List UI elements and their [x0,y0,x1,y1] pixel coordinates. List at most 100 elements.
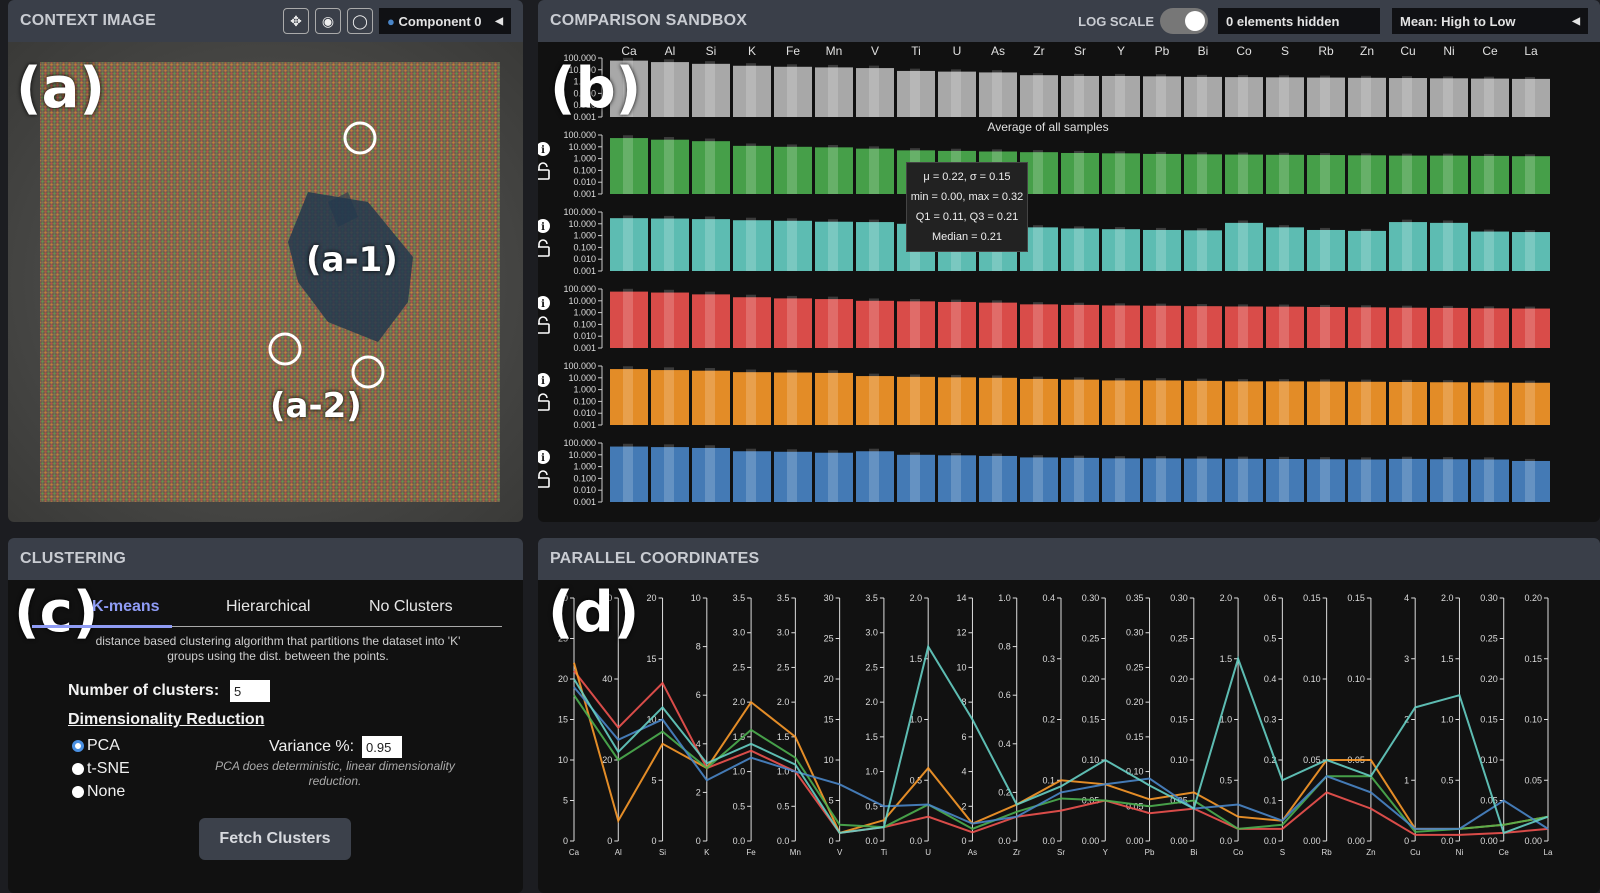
bar-inner [746,63,756,117]
sandbox-header: COMPARISON SANDBOX LOG SCALE 0 elements … [538,0,1600,42]
pc-tick-label: 0.30 [1126,628,1144,638]
pc-tick-label: 0.0 [865,836,878,846]
pc-tick-label: 2.5 [733,662,746,672]
element-column-label: V [871,44,879,58]
tab-no-clusters[interactable]: No Clusters [369,598,453,616]
lock-icon[interactable] [538,169,550,180]
bar-inner [1197,74,1207,117]
variance-input[interactable] [362,736,402,758]
radio-pca[interactable]: PCA [72,737,120,755]
element-column-label: Sr [1074,44,1086,58]
lock-icon[interactable] [538,400,550,411]
pc-tick-label: 0.15 [1303,593,1321,603]
bar-inner [1320,153,1330,194]
pc-tick-label: 0.5 [1264,634,1277,644]
bar-inner [951,69,961,117]
bar-inner [1320,75,1330,117]
component-select[interactable]: ● Component 0 ◀ [379,8,511,34]
y-tick-label: 10.000 [568,142,596,152]
num-clusters-input[interactable] [230,680,270,702]
y-tick-label: 1.000 [573,308,596,318]
bar-inner [1525,154,1535,194]
pc-tick-label: 15 [558,715,568,725]
region-label-a2: (a-2) [270,386,362,426]
sort-select[interactable]: Mean: High to Low ◀ [1392,8,1588,34]
y-tick-label: 1.000 [573,231,596,241]
radio-dot-selected [72,740,84,752]
bar-inner [1279,225,1289,271]
lasso-move-icon[interactable]: ✥ [283,8,309,34]
pc-tick-label: 2 [696,787,701,797]
fetch-clusters-button[interactable]: Fetch Clusters [199,818,351,860]
pc-tick-label: 3.0 [777,628,790,638]
chevron-left-icon: ◀ [495,15,503,27]
pc-tick-label: 2.0 [733,697,746,707]
lock-icon[interactable] [538,246,550,257]
pc-tick-label: 0.4 [1264,674,1277,684]
bar-inner [1115,378,1125,425]
pc-tick-label: 10 [558,755,568,765]
pc-tick-label: 0.10 [1303,674,1321,684]
bar-inner [623,135,633,194]
bar-inner [746,294,756,348]
context-image-header: CONTEXT IMAGE ✥ ◉ ◯ ● Component 0 ◀ [8,0,523,42]
tooltip-line: Q1 = 0.11, Q3 = 0.21 [915,211,1019,223]
bar-inner [1156,74,1166,117]
hidden-elements-indicator[interactable]: 0 elements hidden [1218,8,1380,34]
element-column-label: S [1281,44,1289,58]
tab-hierarchical[interactable]: Hierarchical [226,598,310,616]
element-column-label: Mn [826,44,843,58]
bar-inner [1279,152,1289,194]
pc-tick-label: 1.0 [1441,715,1454,725]
pc-tick-label: 1.5 [865,732,878,742]
bar-inner [1402,456,1412,502]
bar-inner [1115,227,1125,271]
pc-tick-label: 0.5 [733,801,746,811]
pc-axis-label: La [1544,848,1553,857]
pc-tick-label: 0 [829,836,834,846]
bar-inner [1443,305,1453,348]
parallel-coordinates-chart[interactable]: 302520151050Ca6040200Al20151050Si1086420… [538,580,1600,893]
bar-inner [787,295,797,348]
pc-tick-label: 30 [824,593,834,603]
pc-tick-label: 2.0 [1220,593,1233,603]
bar-inner [992,375,1002,425]
sandbox-bar-grid[interactable]: Ca Al Si K Fe Mn V Ti U As Zr Sr Y Pb Bi Co S Rb Zn Cu Ni Ce L… [538,42,1600,522]
lasso-icon[interactable]: ◯ [347,8,373,34]
bar-inner [1402,153,1412,194]
sort-select-value: Mean: High to Low [1400,13,1516,29]
pc-tick-label: 1.5 [1441,654,1454,664]
pc-tick-label: 0.15 [1524,654,1542,664]
bar-inner [1074,377,1084,425]
lock-icon[interactable] [538,323,550,334]
pc-tick-label: 6 [696,690,701,700]
pc-tick-label: 0.6 [998,690,1011,700]
pc-tick-label: 15 [647,654,657,664]
pc-axis-label: Ce [1499,848,1510,857]
bar-inner [1238,379,1248,425]
pc-tick-label: 25 [824,634,834,644]
pc-tick-label: 10 [824,755,834,765]
pc-tick-label: 0.25 [1126,662,1144,672]
pc-tick-label: 8 [696,642,701,652]
y-tick-label: 0.001 [573,497,596,507]
pc-tick-label: 1.5 [1220,654,1233,664]
bar-inner [787,64,797,117]
log-scale-toggle[interactable] [1160,8,1208,34]
bar-inner [910,452,920,502]
pc-tick-label: 0.6 [1264,593,1277,603]
bar-inner [869,146,879,194]
tab-kmeans[interactable]: K-means [92,598,160,616]
radio-tsne[interactable]: t-SNE [72,760,130,778]
pc-tick-label: 1.0 [998,593,1011,603]
eye-icon[interactable]: ◉ [315,8,341,34]
pc-tick-label: 0.0 [998,836,1011,846]
element-column-label: K [748,44,756,58]
y-tick-label: 0.100 [573,473,596,483]
pc-tick-label: 0.5 [777,801,790,811]
clustering-header: CLUSTERING [8,538,523,580]
lock-icon[interactable] [538,477,550,488]
bar-inner [1197,456,1207,502]
radio-none[interactable]: None [72,783,125,801]
bar-inner [1074,73,1084,117]
